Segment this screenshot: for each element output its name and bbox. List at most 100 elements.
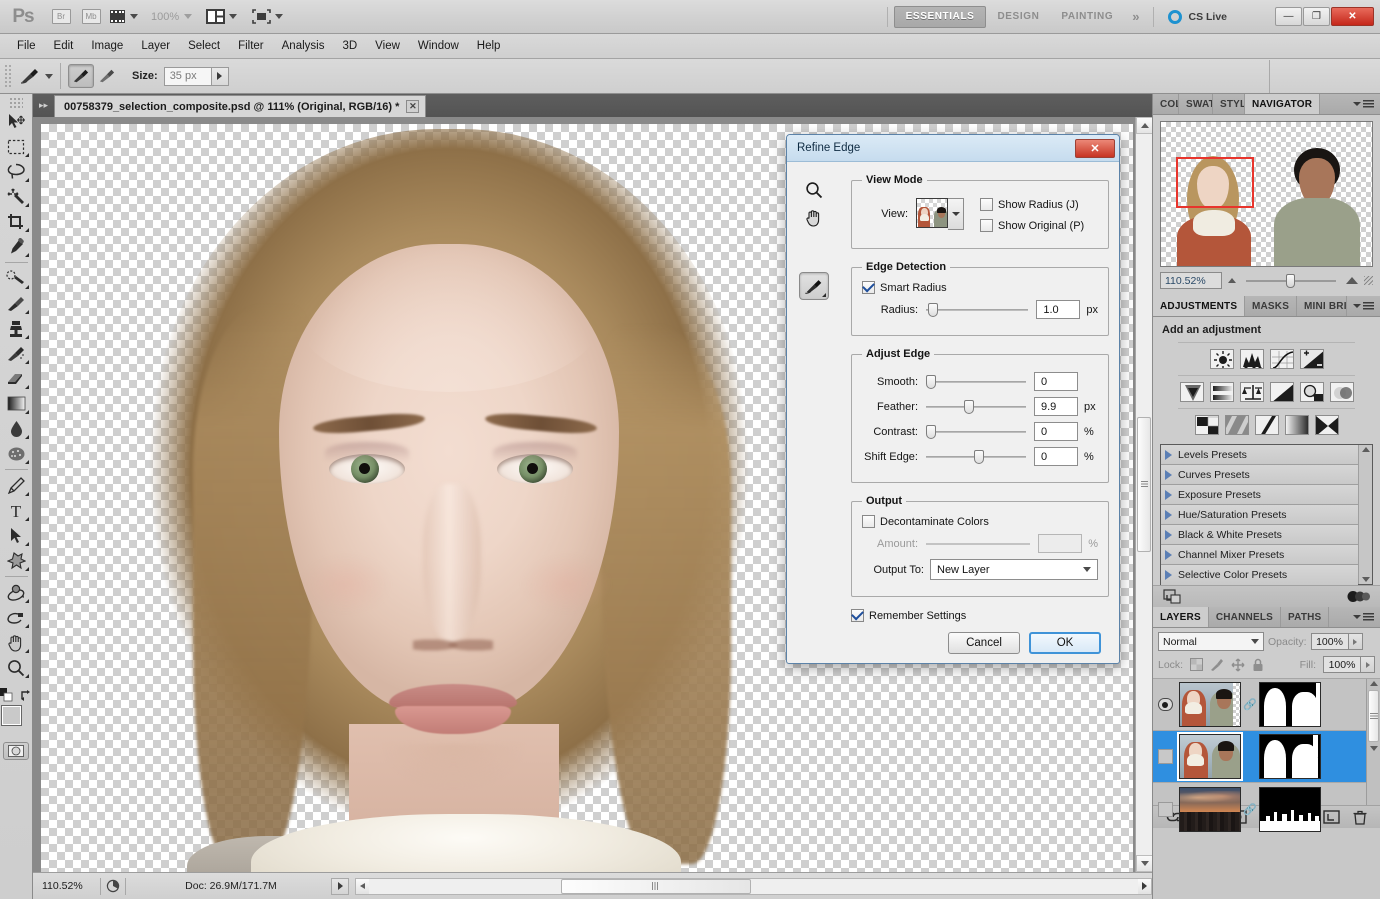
triangle-down-icon[interactable] — [1362, 577, 1370, 582]
preset-levels[interactable]: Levels Presets — [1161, 445, 1358, 465]
curves-icon[interactable] — [1270, 349, 1294, 369]
smart-radius-checkbox[interactable] — [862, 281, 875, 294]
table-row[interactable]: 🔗 — [1153, 679, 1380, 731]
gradient-map-icon[interactable] — [1285, 415, 1309, 435]
blend-mode-select[interactable]: Normal — [1158, 632, 1264, 651]
show-original-row[interactable]: Show Original (P) — [980, 219, 1084, 232]
resize-grip-icon[interactable] — [1364, 276, 1373, 285]
menu-window[interactable]: Window — [409, 37, 468, 55]
zoom-tool[interactable] — [2, 655, 31, 680]
foreground-background-colors[interactable] — [2, 706, 30, 734]
brush-tool[interactable] — [2, 291, 31, 316]
expand-triangle-icon[interactable] — [1165, 470, 1172, 480]
decontaminate-colors-checkbox[interactable] — [862, 515, 875, 528]
tab-swatches[interactable]: SWATCHES — [1179, 94, 1213, 114]
panel-expand-arrows[interactable]: ▸▸ — [33, 94, 54, 117]
radius-input[interactable]: 1.0 — [1036, 300, 1080, 319]
menu-file[interactable]: File — [8, 37, 45, 55]
canvas-horizontal-scrollbar[interactable] — [355, 878, 1152, 895]
layers-scroll-thumb[interactable] — [1368, 690, 1379, 742]
navigator-view-box[interactable] — [1176, 157, 1254, 208]
slider-thumb[interactable] — [974, 450, 984, 464]
switch-colors-icon[interactable] — [19, 688, 33, 702]
gradient-tool[interactable] — [2, 391, 31, 416]
rotate-3d-camera-tool[interactable] — [2, 605, 31, 630]
smooth-input[interactable]: 0 — [1034, 372, 1078, 391]
erase-refinements-tool-button[interactable] — [94, 64, 120, 88]
fill-slider-button[interactable] — [1361, 656, 1375, 673]
expand-triangle-icon[interactable] — [1165, 570, 1172, 580]
presets-scrollbar[interactable] — [1358, 445, 1372, 584]
tab-styles[interactable]: STYLES — [1213, 94, 1245, 114]
minimize-button[interactable]: — — [1275, 7, 1302, 26]
slider-thumb[interactable] — [926, 425, 936, 439]
layer-thumbnail[interactable] — [1179, 787, 1241, 832]
lock-image-pixels-icon[interactable] — [1210, 658, 1224, 671]
close-icon[interactable]: ✕ — [406, 100, 419, 113]
exposure-icon[interactable] — [1300, 349, 1324, 369]
quick-selection-tool[interactable] — [2, 184, 31, 209]
slider-thumb[interactable] — [964, 400, 974, 414]
options-bar-grip[interactable] — [4, 64, 13, 88]
zoom-in-icon[interactable] — [1346, 277, 1358, 284]
close-button[interactable]: ✕ — [1331, 7, 1374, 26]
shift-edge-input[interactable]: 0 — [1034, 447, 1078, 466]
layer-thumbnail[interactable] — [1179, 734, 1241, 779]
menu-image[interactable]: Image — [82, 37, 132, 55]
remember-settings-row[interactable]: Remember Settings — [851, 609, 1109, 622]
canvas-vertical-scrollbar[interactable] — [1135, 117, 1152, 872]
workspace-essentials[interactable]: ESSENTIALS — [894, 6, 987, 28]
preset-hue-saturation[interactable]: Hue/Saturation Presets — [1161, 505, 1358, 525]
vertical-scroll-thumb[interactable] — [1137, 417, 1151, 552]
tab-layers[interactable]: LAYERS — [1153, 607, 1209, 627]
vibrance-icon[interactable] — [1180, 382, 1204, 402]
preset-selective-color[interactable]: Selective Color Presets — [1161, 565, 1358, 585]
dialog-title-bar[interactable]: Refine Edge ✕ — [787, 135, 1119, 162]
menu-analysis[interactable]: Analysis — [273, 37, 334, 55]
tab-color[interactable]: COLOR — [1153, 94, 1179, 114]
fill-input[interactable]: 100% — [1323, 656, 1361, 673]
navigator-zoom-thumb[interactable] — [1286, 274, 1295, 288]
scroll-left-button[interactable] — [356, 879, 369, 894]
layers-scrollbar[interactable] — [1366, 679, 1380, 805]
threshold-icon[interactable] — [1255, 415, 1279, 435]
slider-thumb[interactable] — [926, 375, 936, 389]
history-brush-tool[interactable] — [2, 341, 31, 366]
opacity-input[interactable]: 100% — [1311, 633, 1349, 650]
tab-adjustments[interactable]: ADJUSTMENTS — [1153, 296, 1245, 316]
path-selection-tool[interactable] — [2, 523, 31, 548]
dodge-tool[interactable] — [2, 441, 31, 466]
pen-tool[interactable] — [2, 473, 31, 498]
zoom-out-icon[interactable] — [1228, 278, 1236, 283]
lock-transparent-pixels-icon[interactable] — [1190, 658, 1203, 671]
menu-filter[interactable]: Filter — [229, 37, 273, 55]
menu-select[interactable]: Select — [179, 37, 229, 55]
expand-triangle-icon[interactable] — [1165, 510, 1172, 520]
current-tool-icon[interactable] — [17, 64, 43, 88]
tab-navigator[interactable]: NAVIGATOR — [1245, 94, 1320, 114]
radius-slider[interactable] — [926, 303, 1028, 317]
brightness-contrast-icon[interactable] — [1210, 349, 1234, 369]
smooth-slider[interactable] — [926, 375, 1026, 389]
custom-shape-tool[interactable] — [2, 548, 31, 573]
layer-visibility-toggle[interactable] — [1155, 749, 1175, 764]
feather-input[interactable]: 9.9 — [1034, 397, 1078, 416]
crop-tool[interactable] — [2, 209, 31, 234]
cs-live-button[interactable]: CS Live — [1160, 10, 1235, 24]
preset-black-white[interactable]: Black & White Presets — [1161, 525, 1358, 545]
blur-tool[interactable] — [2, 416, 31, 441]
triangle-down-icon[interactable] — [1370, 746, 1378, 751]
preset-channel-mixer[interactable]: Channel Mixer Presets — [1161, 545, 1358, 565]
layer-mask-thumbnail[interactable] — [1259, 787, 1321, 832]
eraser-tool[interactable] — [2, 366, 31, 391]
show-radius-row[interactable]: Show Radius (J) — [980, 198, 1084, 211]
rotate-3d-object-tool[interactable] — [2, 580, 31, 605]
layer-mask-link-icon[interactable]: 🔗 — [1245, 698, 1255, 711]
opacity-slider-button[interactable] — [1349, 633, 1363, 650]
preset-curves[interactable]: Curves Presets — [1161, 465, 1358, 485]
layer-mask-link-icon[interactable]: 🔗 — [1245, 803, 1255, 816]
navigator-preview[interactable] — [1160, 121, 1373, 267]
document-info-icon[interactable] — [106, 879, 120, 893]
view-preset-picker[interactable] — [916, 198, 964, 230]
arrange-documents-button[interactable] — [206, 6, 237, 28]
